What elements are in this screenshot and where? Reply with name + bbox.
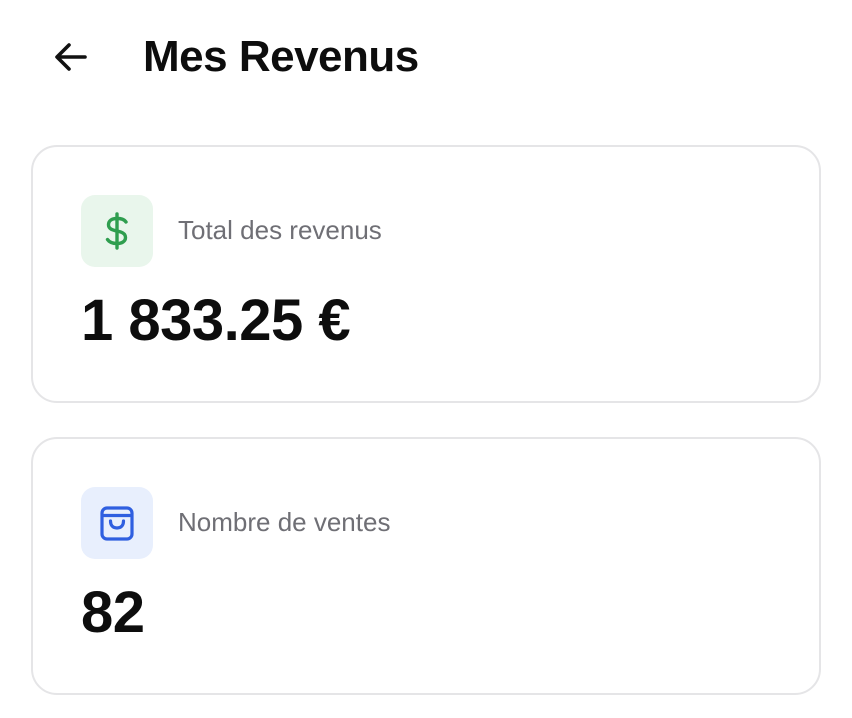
sales-icon-container <box>81 487 153 559</box>
header: Mes Revenus <box>0 0 852 118</box>
page-title: Mes Revenus <box>143 32 419 81</box>
total-revenue-label: Total des revenus <box>178 215 382 245</box>
arrow-left-icon <box>55 43 87 71</box>
sales-count-label: Nombre de ventes <box>178 507 391 537</box>
total-revenue-value: 1 833.25 € <box>81 288 351 353</box>
dollar-icon <box>105 212 128 250</box>
total-revenue-card: Total des revenus 1 833.25 € <box>31 145 821 403</box>
sales-count-card: Nombre de ventes 82 <box>31 437 821 695</box>
shopping-bag-icon <box>100 506 134 541</box>
back-button[interactable] <box>44 30 98 84</box>
sales-count-value: 82 <box>81 580 145 645</box>
revenue-icon-container <box>81 195 153 267</box>
